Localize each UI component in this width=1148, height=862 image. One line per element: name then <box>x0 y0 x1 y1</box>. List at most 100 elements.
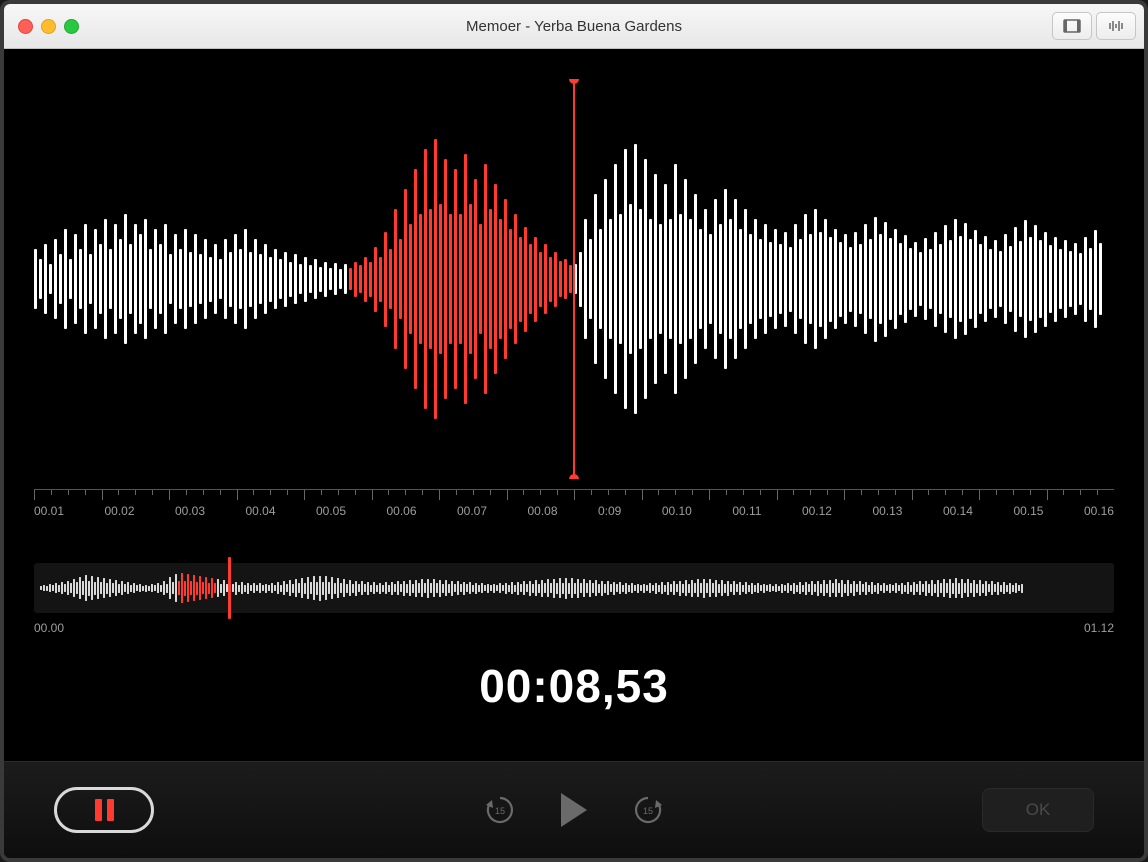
waveform-bar <box>839 242 842 317</box>
trim-button[interactable] <box>1052 12 1092 40</box>
waveform-bar <box>684 179 687 379</box>
skip-forward-15-button[interactable]: 15 <box>633 795 663 825</box>
overview-bar <box>394 584 396 592</box>
overview-bar <box>472 585 474 592</box>
overview-bar <box>715 580 717 597</box>
overview-bar <box>55 583 57 593</box>
waveform-bar <box>414 169 417 389</box>
ok-button[interactable]: OK <box>982 788 1094 832</box>
overview-bar <box>919 581 921 595</box>
waveform-bar <box>539 252 542 307</box>
waveform-bar <box>984 236 987 322</box>
waveform-bar <box>344 264 347 294</box>
overview-bar <box>79 577 81 599</box>
waveform-bar <box>129 244 132 314</box>
overview-bar <box>196 582 198 595</box>
overview-bar <box>268 585 270 591</box>
waveform-bar <box>269 257 272 302</box>
waveform-bar <box>79 249 82 309</box>
overview-bar <box>499 583 501 593</box>
waveform-bar <box>339 269 342 289</box>
record-pause-button[interactable] <box>54 787 154 833</box>
overview-bar <box>64 584 66 592</box>
waveform-overview[interactable] <box>34 563 1114 613</box>
overview-bar <box>730 584 732 592</box>
waveform-bar <box>669 219 672 339</box>
overview-bar <box>346 584 348 593</box>
waveform-bar <box>679 214 682 344</box>
playhead[interactable] <box>573 79 575 479</box>
overview-bar <box>535 580 537 596</box>
overview-bar <box>1015 583 1017 593</box>
zoom-window-button[interactable] <box>64 19 79 34</box>
overview-bar <box>124 584 126 592</box>
ruler-label: 00.10 <box>662 504 692 518</box>
minimize-window-button[interactable] <box>41 19 56 34</box>
time-ruler[interactable]: 00.0100.0200.0300.0400.0500.0600.0700.08… <box>34 489 1114 535</box>
svg-text:15: 15 <box>495 806 505 816</box>
ruler-label: 00.04 <box>246 504 276 518</box>
overview-bar <box>415 580 417 597</box>
enhance-button[interactable] <box>1096 12 1136 40</box>
waveform-bar <box>314 259 317 299</box>
waveform-bar <box>919 252 922 306</box>
waveform-bar <box>624 149 627 409</box>
close-window-button[interactable] <box>18 19 33 34</box>
overview-bar <box>565 578 567 599</box>
overview-bar <box>397 581 399 595</box>
waveform-bar <box>1074 243 1077 315</box>
skip-back-15-button[interactable]: 15 <box>485 795 515 825</box>
overview-bar <box>631 583 633 593</box>
overview-playhead[interactable] <box>228 557 231 619</box>
overview-bar <box>148 586 150 591</box>
play-button[interactable] <box>561 793 587 827</box>
waveform-bar <box>434 139 437 419</box>
waveform-bar <box>169 254 172 304</box>
overview-bar <box>850 584 852 593</box>
waveform-bar <box>444 159 447 399</box>
waveform-bar <box>814 209 817 349</box>
waveform-bar <box>409 224 412 334</box>
center-playback-controls: 15 15 <box>485 793 663 827</box>
overview-bar <box>61 582 63 594</box>
waveform-bar <box>809 234 812 324</box>
waveform-bar <box>294 254 297 304</box>
waveform-bar <box>799 239 802 319</box>
waveform-bar <box>249 252 252 307</box>
overview-bar <box>319 576 321 601</box>
overview-bar <box>649 583 651 593</box>
waveform-bar <box>89 254 92 304</box>
overview-bar <box>811 581 813 595</box>
overview-bar <box>628 585 630 592</box>
waveform-bar <box>869 239 872 319</box>
overview-bar <box>373 582 375 594</box>
waveform-bar <box>204 239 207 319</box>
overview-bar <box>46 586 48 591</box>
overview-bar <box>880 585 882 591</box>
waveform-bar <box>1099 243 1102 315</box>
overview-bar <box>763 584 765 593</box>
overview-bar <box>724 584 726 593</box>
overview-bar <box>310 582 312 594</box>
overview-bar <box>271 583 273 593</box>
waveform-bar <box>324 262 327 297</box>
waveform-main[interactable] <box>34 79 1114 479</box>
overview-bar <box>634 585 636 591</box>
overview-bar <box>313 576 315 600</box>
waveform-bar <box>394 209 397 349</box>
overview-bar <box>1009 583 1011 594</box>
overview-bar <box>799 582 801 594</box>
waveform-bar <box>889 238 892 320</box>
waveform-bar <box>779 244 782 314</box>
overview-bar <box>754 585 756 592</box>
waveform-bar <box>874 217 877 342</box>
ruler-label: 00.14 <box>943 504 973 518</box>
overview-bar <box>355 581 357 596</box>
overview-bar <box>913 582 915 595</box>
overview-bar <box>505 583 507 594</box>
waveform-bar <box>94 229 97 329</box>
overview-bar <box>76 582 78 594</box>
ruler-label: 00.01 <box>34 504 64 518</box>
overview-bar <box>181 573 183 603</box>
waveform-bar <box>1069 251 1072 307</box>
